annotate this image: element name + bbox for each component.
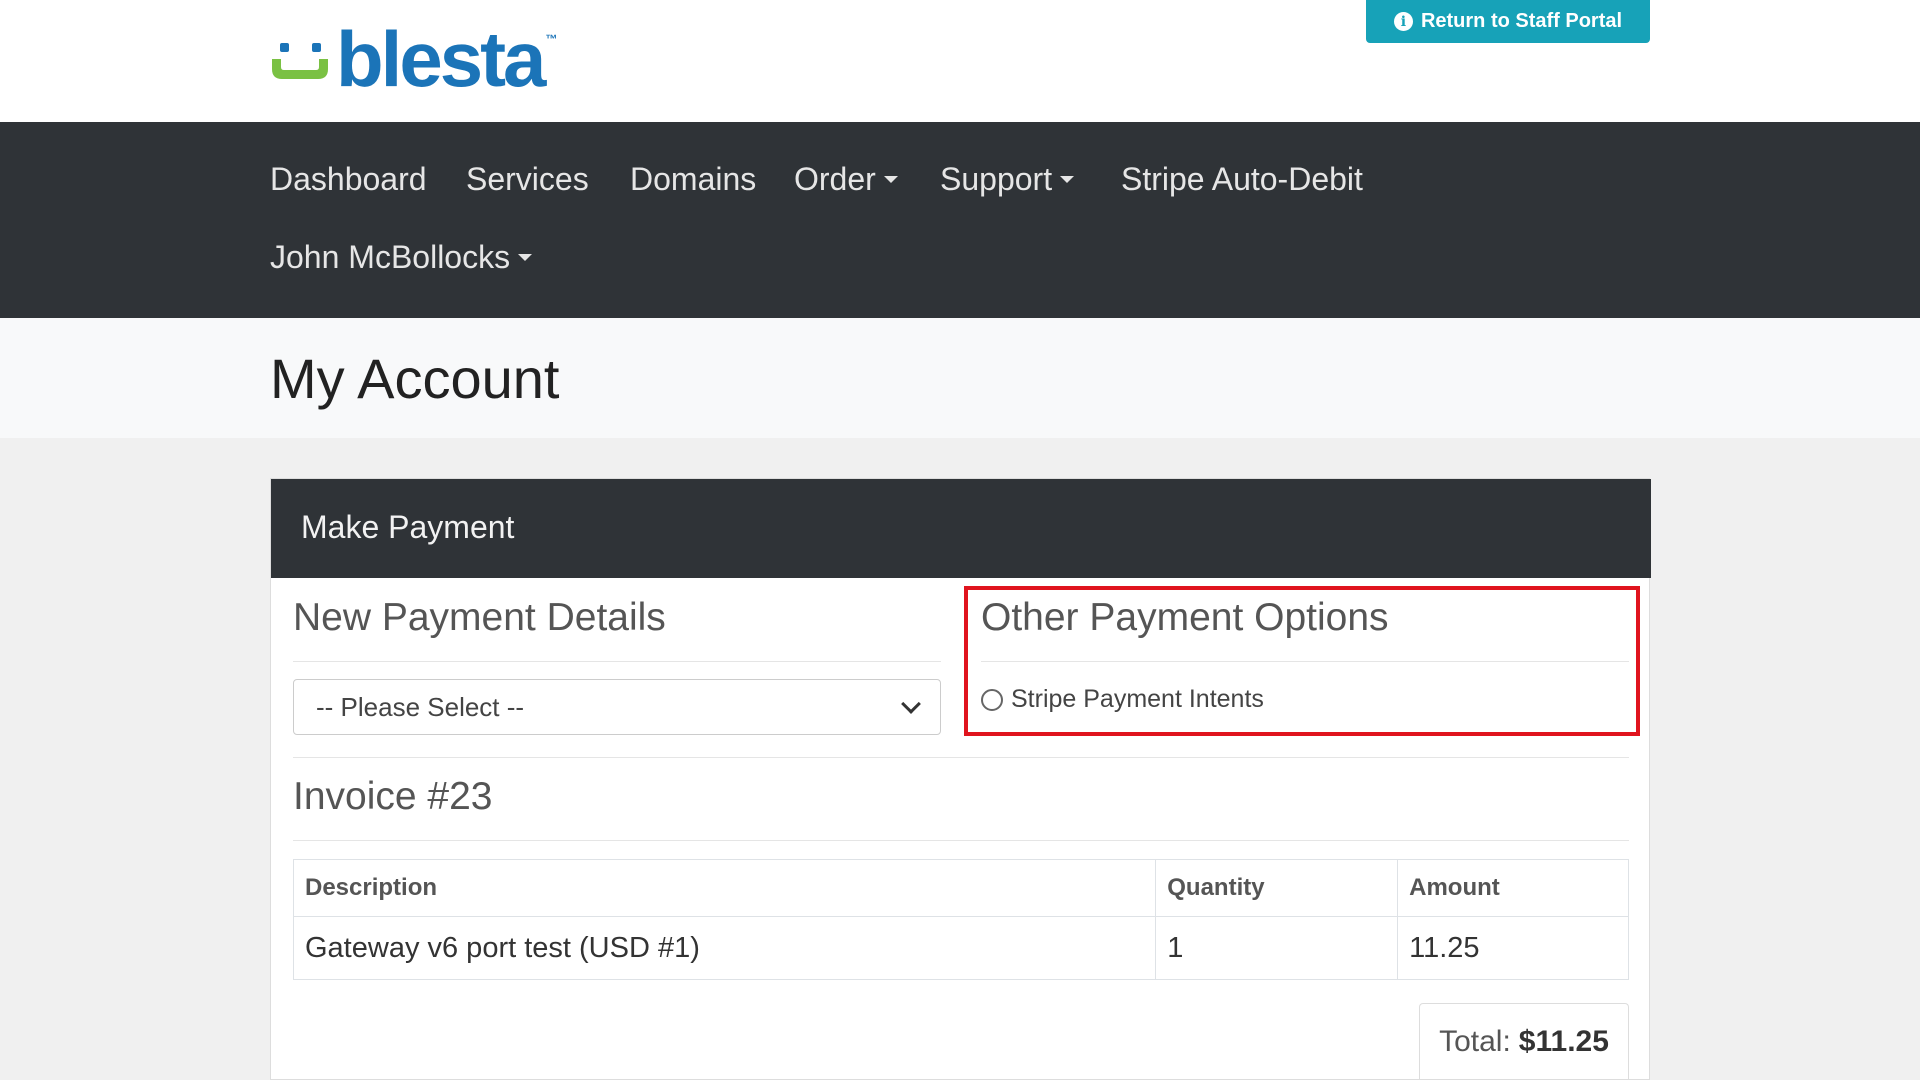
column-header-description: Description	[292, 859, 1157, 917]
nav-domains[interactable]: Domains	[630, 159, 756, 199]
main-navbar: Dashboard Services Domains Order Support…	[0, 122, 1920, 318]
chevron-down-icon	[901, 694, 921, 714]
table-row: Gateway v6 port test (USD #1) 1 11.25	[292, 916, 1629, 980]
logo-wordmark: blesta	[336, 15, 546, 103]
make-payment-card: Make Payment New Payment Details -- Plea…	[270, 478, 1651, 1080]
blesta-logo[interactable]: blesta ™	[270, 15, 558, 103]
nav-order-dropdown[interactable]: Order	[794, 159, 898, 199]
top-header: blesta ™ i Return to Staff Portal	[0, 0, 1920, 122]
column-header-amount: Amount	[1397, 859, 1629, 917]
caret-down-icon	[518, 253, 533, 261]
nav-label: Order	[794, 160, 876, 197]
divider	[293, 661, 941, 662]
caret-down-icon	[1060, 175, 1075, 183]
total-label: Total:	[1439, 1024, 1511, 1058]
nav-label: Domains	[630, 160, 757, 197]
cell-description: Gateway v6 port test (USD #1)	[292, 916, 1157, 980]
divider	[293, 840, 1629, 841]
divider	[293, 757, 1629, 758]
nav-label: Services	[466, 160, 589, 197]
nav-label: John McBollocks	[270, 238, 511, 275]
cell-amount: 11.25	[1397, 916, 1629, 980]
total-value: $11.25	[1518, 1024, 1609, 1058]
page-title: My Account	[270, 347, 560, 410]
nav-label: Dashboard	[270, 160, 427, 197]
return-to-staff-portal-button[interactable]: i Return to Staff Portal	[1366, 0, 1650, 43]
nav-label: Support	[940, 160, 1053, 197]
invoice-total: Total: $11.25	[1419, 1003, 1629, 1079]
info-icon: i	[1393, 12, 1413, 31]
nav-support-dropdown[interactable]: Support	[940, 159, 1075, 199]
payment-method-select[interactable]: -- Please Select --	[293, 679, 941, 735]
card-title: Make Payment	[301, 509, 515, 545]
caret-down-icon	[883, 175, 898, 183]
nav-services[interactable]: Services	[466, 159, 589, 199]
invoice-table: Description Quantity Amount Gateway v6 p…	[292, 859, 1629, 980]
trademark-symbol: ™	[545, 32, 558, 46]
staff-button-label: Return to Staff Portal	[1420, 10, 1623, 32]
table-header-row: Description Quantity Amount	[292, 859, 1629, 917]
nav-dashboard[interactable]: Dashboard	[270, 159, 427, 199]
card-header: Make Payment	[271, 479, 1651, 578]
cell-quantity: 1	[1155, 916, 1399, 980]
column-header-quantity: Quantity	[1155, 859, 1399, 917]
select-value: -- Please Select --	[316, 691, 525, 722]
page-title-bar: My Account	[0, 318, 1920, 438]
nav-label: Stripe Auto-Debit	[1121, 160, 1363, 197]
nav-user-dropdown[interactable]: John McBollocks	[270, 237, 533, 277]
invoice-heading: Invoice #23	[293, 775, 493, 818]
nav-stripe-auto-debit[interactable]: Stripe Auto-Debit	[1121, 159, 1363, 199]
new-payment-details-heading: New Payment Details	[293, 596, 666, 639]
highlight-box	[964, 586, 1640, 736]
smiley-logo-icon	[270, 33, 332, 85]
